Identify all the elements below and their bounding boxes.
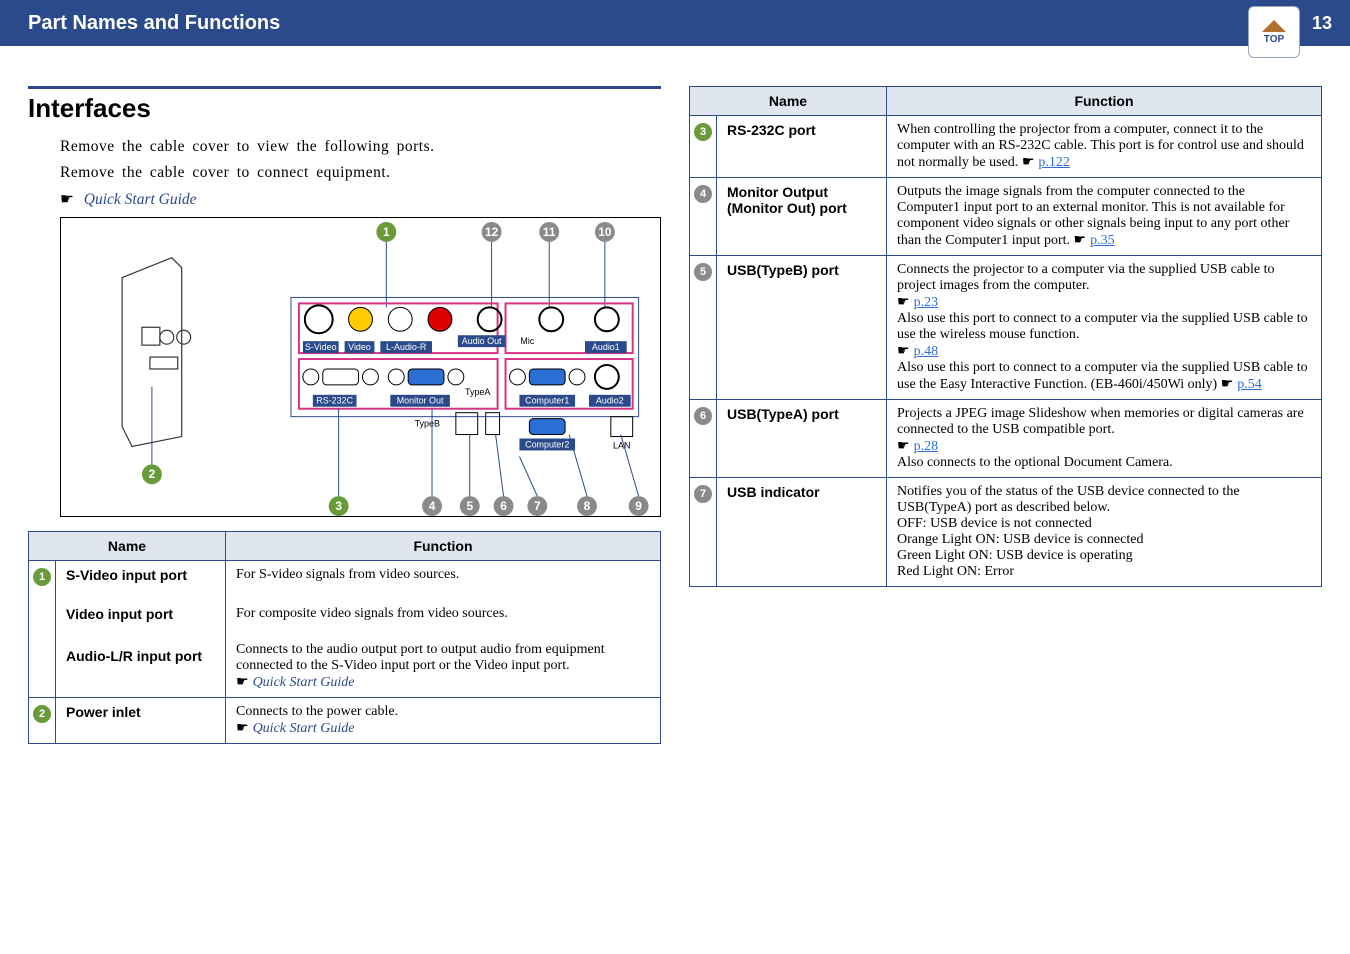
port-func: For composite video signals from video s… bbox=[226, 592, 661, 628]
callout-5: 5 bbox=[694, 263, 712, 281]
svg-text:10: 10 bbox=[598, 225, 612, 239]
svg-text:7: 7 bbox=[534, 499, 541, 513]
svg-text:TypeA: TypeA bbox=[465, 387, 490, 397]
svg-text:Video: Video bbox=[348, 342, 371, 352]
top-label: TOP bbox=[1264, 34, 1284, 45]
page-link[interactable]: p.35 bbox=[1090, 233, 1115, 248]
port-func: When controlling the projector from a co… bbox=[887, 116, 1322, 178]
svg-text:Audio Out: Audio Out bbox=[462, 336, 502, 346]
svg-text:LAN: LAN bbox=[613, 440, 630, 450]
top-home-logo[interactable]: TOP bbox=[1248, 6, 1300, 58]
section-heading: Interfaces bbox=[28, 93, 661, 124]
callout-1: 1 bbox=[33, 568, 51, 586]
th-function: Function bbox=[226, 532, 661, 561]
left-column: Interfaces Remove the cable cover to vie… bbox=[28, 86, 661, 744]
svg-text:12: 12 bbox=[485, 225, 499, 239]
port-name: Video input port bbox=[56, 592, 226, 628]
svg-text:2: 2 bbox=[149, 467, 156, 481]
svg-text:4: 4 bbox=[429, 499, 436, 513]
svg-text:11: 11 bbox=[543, 225, 556, 239]
th-name: Name bbox=[29, 532, 226, 561]
svg-text:8: 8 bbox=[584, 499, 591, 513]
page-link[interactable]: p.28 bbox=[914, 439, 939, 454]
page-link[interactable]: p.54 bbox=[1237, 377, 1262, 392]
table-row: 2 Power inlet Connects to the power cabl… bbox=[29, 698, 661, 744]
svg-text:Monitor Out: Monitor Out bbox=[397, 396, 444, 406]
svg-text:Audio2: Audio2 bbox=[596, 396, 624, 406]
port-func: Connects the projector to a computer via… bbox=[887, 256, 1322, 400]
svg-text:L-Audio-R: L-Audio-R bbox=[386, 342, 427, 352]
port-func: Outputs the image signals from the compu… bbox=[887, 178, 1322, 256]
port-func: Notifies you of the status of the USB de… bbox=[887, 478, 1322, 587]
callout-3: 3 bbox=[694, 123, 712, 141]
quick-start-text: Quick Start Guide bbox=[84, 191, 197, 208]
svg-text:TypeB: TypeB bbox=[415, 419, 440, 429]
quick-start-link[interactable]: ☛ Quick Start Guide bbox=[60, 190, 661, 209]
port-name: Power inlet bbox=[56, 698, 226, 744]
port-func: Projects a JPEG image Slideshow when mem… bbox=[887, 400, 1322, 478]
callout-6: 6 bbox=[694, 407, 712, 425]
table-row: Video input port For composite video sig… bbox=[29, 592, 661, 628]
port-name: USB(TypeA) port bbox=[717, 400, 887, 478]
table-row: 4 Monitor Output (Monitor Out) port Outp… bbox=[690, 178, 1322, 256]
port-name: Monitor Output (Monitor Out) port bbox=[717, 178, 887, 256]
svg-text:Computer2: Computer2 bbox=[525, 439, 569, 449]
callout-7: 7 bbox=[694, 485, 712, 503]
port-name: RS-232C port bbox=[717, 116, 887, 178]
svg-text:9: 9 bbox=[635, 499, 642, 513]
port-func: Connects to the power cable. Quick Start… bbox=[226, 698, 661, 744]
svg-text:5: 5 bbox=[466, 499, 473, 513]
port-name: USB(TypeB) port bbox=[717, 256, 887, 400]
header-bar: Part Names and Functions TOP 13 bbox=[0, 0, 1350, 46]
port-name: S-Video input port bbox=[56, 561, 226, 593]
section-rule bbox=[28, 86, 661, 89]
intro-line-1: Remove the cable cover to view the follo… bbox=[60, 138, 661, 156]
home-icon bbox=[1262, 20, 1286, 32]
hand-icon: ☛ bbox=[60, 191, 74, 208]
svg-text:6: 6 bbox=[500, 499, 507, 513]
svg-text:Mic: Mic bbox=[520, 336, 534, 346]
port-name: USB indicator bbox=[717, 478, 887, 587]
interface-diagram: 1 12 11 10 bbox=[60, 217, 661, 517]
table-row: 3 RS-232C port When controlling the proj… bbox=[690, 116, 1322, 178]
th-name: Name bbox=[690, 87, 887, 116]
table-row: 6 USB(TypeA) port Projects a JPEG image … bbox=[690, 400, 1322, 478]
svg-text:RS-232C: RS-232C bbox=[316, 396, 353, 406]
port-func: Connects to the audio output port to out… bbox=[226, 628, 661, 698]
page-number: 13 bbox=[1312, 13, 1332, 34]
table-row: 7 USB indicator Notifies you of the stat… bbox=[690, 478, 1322, 587]
right-column: Name Function 3 RS-232C port When contro… bbox=[689, 86, 1322, 744]
th-function: Function bbox=[887, 87, 1322, 116]
page-title: Part Names and Functions bbox=[28, 12, 280, 35]
svg-text:S-Video: S-Video bbox=[305, 342, 337, 352]
svg-text:3: 3 bbox=[335, 499, 342, 513]
table-row: Audio-L/R input port Connects to the aud… bbox=[29, 628, 661, 698]
svg-text:Computer1: Computer1 bbox=[525, 396, 569, 406]
intro-line-2: Remove the cable cover to connect equipm… bbox=[60, 164, 661, 182]
table-row: 5 USB(TypeB) port Connects the projector… bbox=[690, 256, 1322, 400]
page-link[interactable]: p.122 bbox=[1038, 155, 1070, 170]
callout-2: 2 bbox=[33, 705, 51, 723]
table-row: 1 S-Video input port For S-video signals… bbox=[29, 561, 661, 593]
port-name: Audio-L/R input port bbox=[56, 628, 226, 698]
port-func: For S-video signals from video sources. bbox=[226, 561, 661, 593]
page-link[interactable]: p.48 bbox=[914, 344, 939, 359]
callout-4: 4 bbox=[694, 185, 712, 203]
svg-text:Audio1: Audio1 bbox=[592, 342, 620, 352]
page-body: Interfaces Remove the cable cover to vie… bbox=[0, 46, 1350, 764]
left-spec-table: Name Function 1 S-Video input port For S… bbox=[28, 531, 661, 744]
svg-text:1: 1 bbox=[383, 225, 390, 239]
diagram-svg: 1 12 11 10 bbox=[61, 218, 660, 516]
right-spec-table: Name Function 3 RS-232C port When contro… bbox=[689, 86, 1322, 587]
page-link[interactable]: p.23 bbox=[914, 295, 939, 310]
